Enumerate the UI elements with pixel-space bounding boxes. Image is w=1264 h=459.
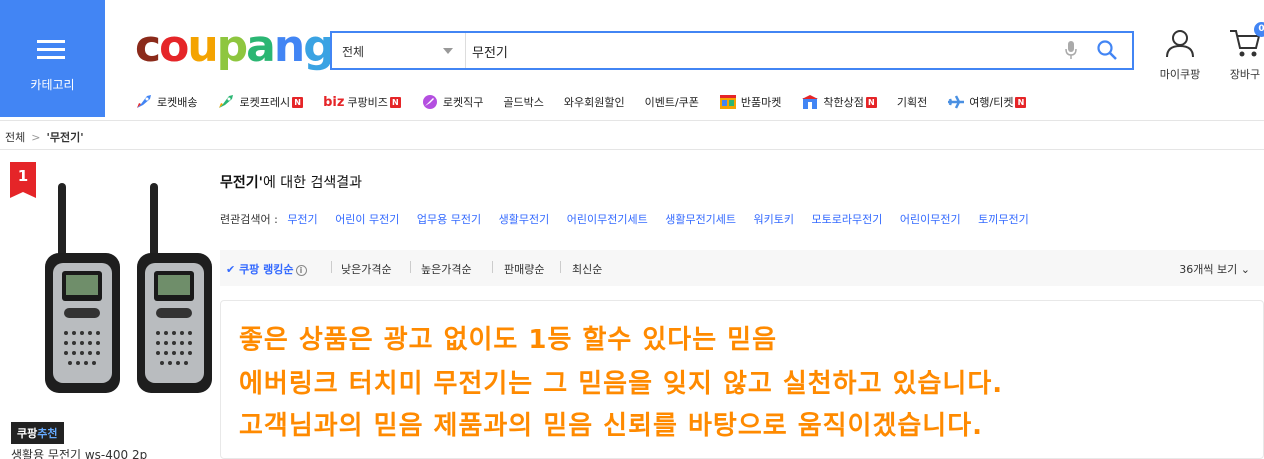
chevron-down-icon: ⌄ — [1240, 263, 1250, 276]
checkmark-icon: ✔ — [226, 263, 236, 276]
coupang-logo[interactable]: coupang — [135, 22, 335, 72]
sort-option-ranking[interactable]: ✔ 쿠팡 랭킹순 i — [226, 261, 307, 277]
sort-divider — [410, 261, 411, 273]
nav-label: 와우회원할인 — [563, 96, 625, 109]
nav-label: 쿠팡비즈 — [347, 96, 388, 109]
sort-bar: ✔ 쿠팡 랭킹순 i 낮은가격순 높은가격순 판매량순 최신순 36개씩 보기 ⌄ — [220, 250, 1264, 286]
nav-item-goldbox[interactable]: 골드박스 — [503, 94, 543, 110]
walkie-talkie-image — [45, 183, 212, 393]
new-badge: N — [1015, 96, 1027, 108]
related-keyword[interactable]: 어린이무전기 — [900, 213, 961, 226]
rec-label-b: 추천 — [37, 427, 58, 440]
nav-item-wow-discount[interactable]: 와우회원할인 — [564, 94, 625, 110]
related-keyword[interactable]: 워키토키 — [754, 213, 794, 226]
fresh-rocket-icon — [217, 94, 235, 110]
nav-item-event-coupon[interactable]: 이벤트/쿠폰 — [645, 94, 699, 110]
results-title: 무전기'에 대한 검색결과 — [220, 172, 362, 192]
breadcrumb-separator-icon: > — [31, 131, 41, 144]
related-keyword[interactable]: 어린이무전기세트 — [567, 213, 648, 226]
new-badge: N — [292, 96, 304, 108]
nav-item-rocket-fresh[interactable]: 로켓프레시 N — [217, 94, 304, 110]
banner-line-2: 에버링크 터치미 무전기는 그 믿음을 잊지 않고 실천하고 있습니다. — [239, 369, 1004, 399]
sort-option-newest[interactable]: 최신순 — [572, 261, 602, 277]
nav-label: 착한상점 — [823, 96, 864, 109]
nav-item-special-exhibition[interactable]: 기획전 — [897, 94, 927, 110]
sort-option-low-price[interactable]: 낮은가격순 — [341, 261, 392, 277]
nav-item-travel-ticket[interactable]: 여행/티켓 N — [947, 94, 1027, 110]
sort-label: 쿠팡 랭킹순 — [239, 263, 294, 276]
chevron-down-icon — [443, 48, 453, 54]
biz-icon: biz — [323, 94, 345, 110]
coupang-recommend-badge: 쿠팡추천 — [11, 422, 64, 444]
banner-line-3: 고객님과의 믿음 제품과의 믿음 신뢰를 바탕으로 움직이겠습니다. — [239, 411, 984, 441]
related-keyword[interactable]: 어린이 무전기 — [335, 213, 399, 226]
related-header: 련관검색어 : — [220, 213, 278, 226]
nav-label: 골드박스 — [503, 96, 544, 109]
related-searches: 련관검색어 : 무전기 어린이 무전기 업무용 무전기 생활무전기 어린이무전기… — [220, 211, 1043, 227]
results-suffix: 에 대한 검색결과 — [262, 175, 362, 191]
sort-divider — [492, 261, 493, 273]
sort-divider — [331, 261, 332, 273]
rank-badge: 1 — [10, 162, 36, 198]
view-count-label: 36개씩 보기 — [1179, 263, 1238, 276]
promo-banner: 좋은 상품은 광고 없이도 1등 할수 있다는 믿음 에버링크 터치미 무전기는… — [220, 300, 1264, 459]
nav-label: 로켓배송 — [157, 96, 198, 109]
product-name[interactable]: 생활용 무전기 ws-400 2p — [11, 446, 147, 459]
nav-item-coupang-biz[interactable]: biz 쿠팡비즈 N — [323, 94, 401, 110]
search-icon[interactable] — [1096, 39, 1118, 65]
category-menu-button[interactable]: 카테고리 — [0, 0, 105, 117]
related-keyword[interactable]: 생활무전기 — [499, 213, 550, 226]
new-badge: N — [865, 96, 877, 108]
nav-item-rocket-delivery[interactable]: 로켓배송 — [135, 94, 197, 110]
good-store-icon — [801, 94, 819, 110]
user-icon — [1166, 30, 1194, 58]
related-keyword[interactable]: 모토로라무전기 — [812, 213, 883, 226]
category-label: 카테고리 — [30, 78, 75, 92]
new-badge: N — [389, 96, 401, 108]
nav-item-good-store[interactable]: 착한상점 N — [801, 94, 877, 110]
cart-label: 장바구 — [1229, 68, 1261, 81]
info-icon[interactable]: i — [295, 264, 307, 276]
related-keyword[interactable]: 업무용 무전기 — [417, 213, 481, 226]
breadcrumb: 전체 > '무전기' — [0, 120, 1264, 150]
hamburger-icon — [37, 40, 65, 64]
related-keyword[interactable]: 무전기 — [287, 213, 317, 226]
my-coupang-label: 마이쿠팡 — [1159, 68, 1201, 81]
results-keyword: 무전기' — [220, 175, 263, 191]
search-scope-select[interactable]: 전체 — [332, 33, 466, 68]
nav-item-return-market[interactable]: 반품마켓 — [719, 94, 781, 110]
microphone-icon[interactable] — [1064, 39, 1078, 65]
banner-line-1: 좋은 상품은 광고 없이도 1등 할수 있다는 믿음 — [239, 325, 778, 355]
nav-item-rocket-global[interactable]: 로켓직구 — [421, 94, 483, 110]
my-coupang-button[interactable]: 마이쿠팡 — [1156, 28, 1204, 82]
search-scope-value: 전체 — [342, 45, 365, 59]
rec-label-a: 쿠팡 — [17, 427, 38, 440]
nav-label: 이벤트/쿠폰 — [644, 96, 699, 109]
cart-button[interactable]: 0 장바구 — [1225, 22, 1264, 82]
related-keyword[interactable]: 토끼무전기 — [978, 213, 1029, 226]
product-card[interactable]: 1 쿠팡추천 생활용 무전기 ws-400 2p — [0, 150, 212, 459]
nav-label: 로켓프레시 — [239, 96, 291, 109]
nav-label: 반품마켓 — [740, 96, 782, 109]
global-rocket-icon — [421, 94, 439, 110]
sort-option-high-price[interactable]: 높은가격순 — [421, 261, 472, 277]
breadcrumb-root[interactable]: 전체 — [5, 131, 25, 144]
view-count-select[interactable]: 36개씩 보기 ⌄ — [1179, 261, 1250, 277]
search-bar: 전체 — [330, 31, 1134, 70]
nav-label: 여행/티켓 — [969, 96, 1014, 109]
related-keyword[interactable]: 생활무전기세트 — [665, 213, 736, 226]
breadcrumb-current: '무전기' — [46, 131, 84, 144]
rocket-icon — [135, 94, 153, 110]
return-market-icon — [719, 94, 737, 110]
airplane-icon — [947, 94, 965, 110]
cart-count-badge: 0 — [1254, 22, 1264, 37]
top-nav: 로켓배송 로켓프레시 N biz 쿠팡비즈 N 로켓직구 골드박스 와우회원할인… — [135, 92, 1046, 112]
sort-divider — [560, 261, 561, 273]
sort-option-sales[interactable]: 판매량순 — [504, 261, 544, 277]
nav-label: 기획전 — [896, 96, 928, 109]
nav-label: 로켓직구 — [442, 96, 484, 109]
search-input[interactable] — [472, 40, 1052, 62]
